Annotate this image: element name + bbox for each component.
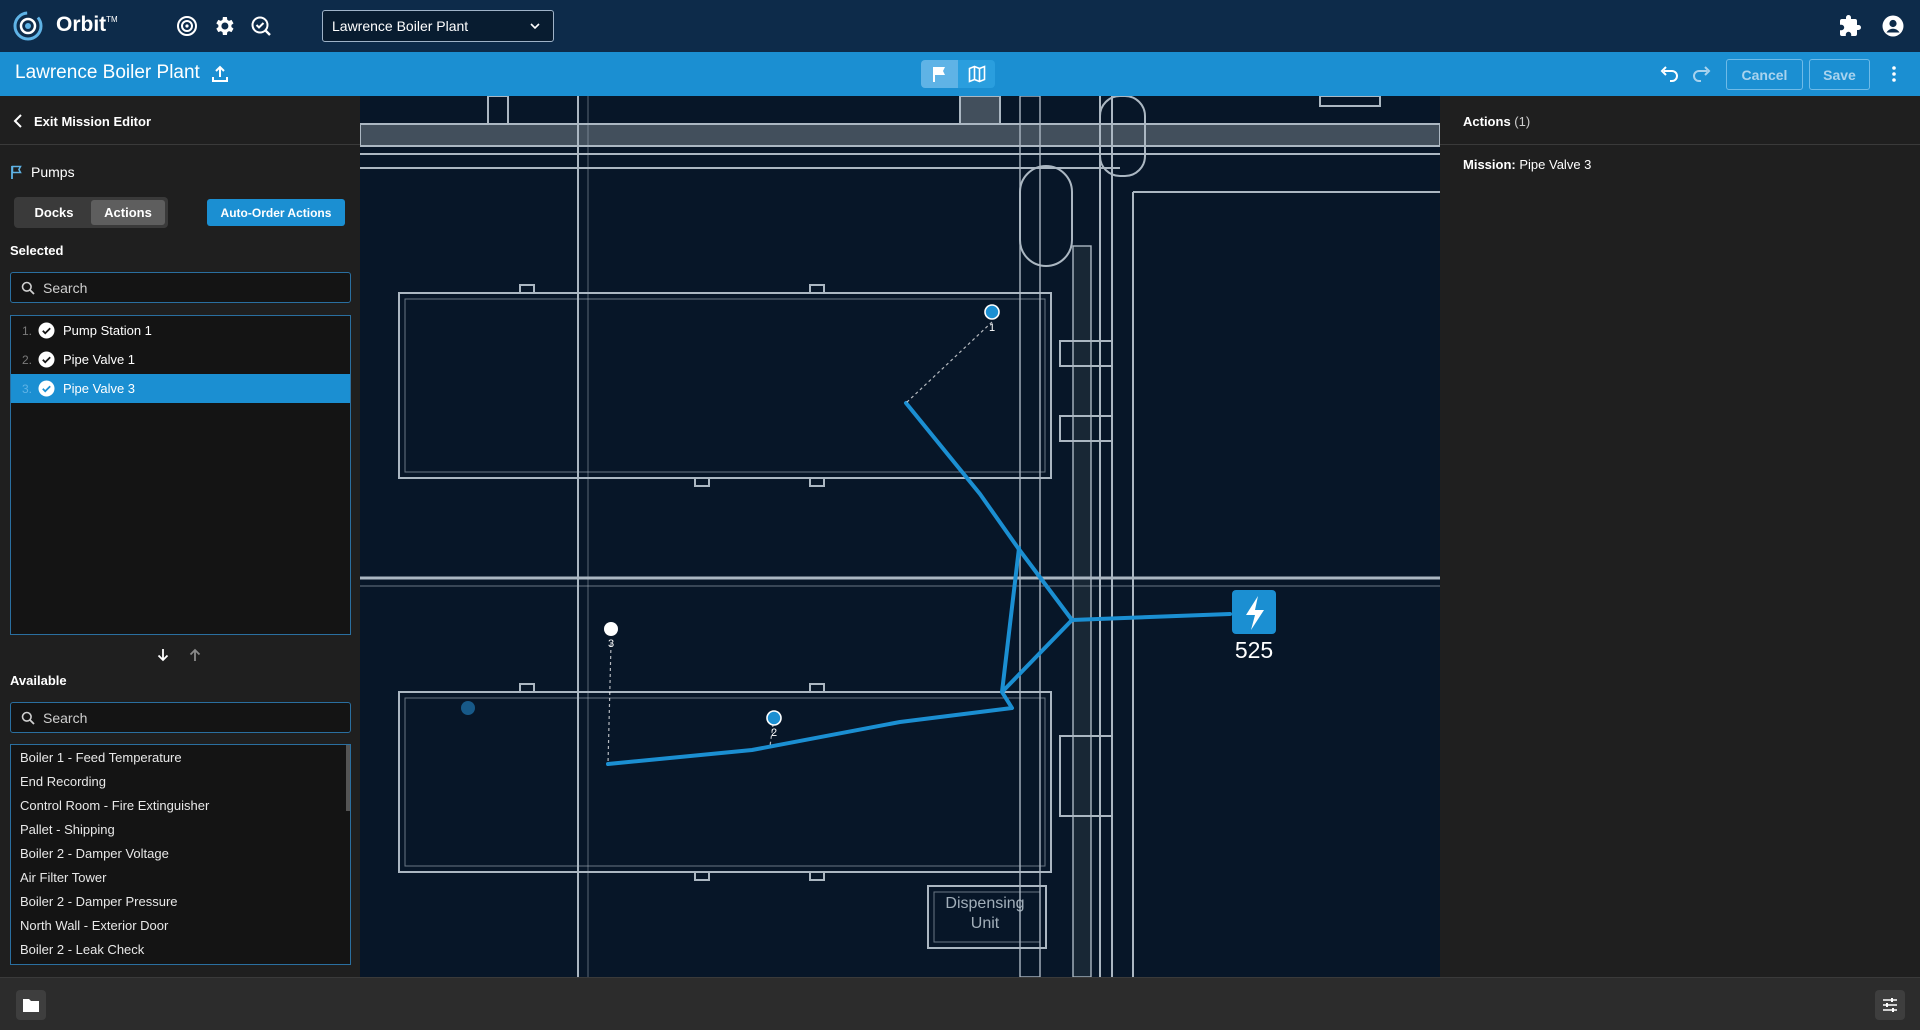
chevron-down-icon: [530, 23, 540, 30]
exit-label: Exit Mission Editor: [34, 114, 152, 129]
map-canvas[interactable]: Dispensing Unit 1 2 3 525: [360, 96, 1440, 977]
list-item[interactable]: 2. Pipe Valve 1: [11, 345, 350, 374]
list-item[interactable]: Air Filter Tower: [11, 865, 350, 889]
auto-order-actions-button[interactable]: Auto-Order Actions: [207, 199, 345, 226]
orbit-logo-icon[interactable]: [12, 10, 44, 42]
upload-icon[interactable]: [210, 64, 230, 84]
site-selector-value: Lawrence Boiler Plant: [332, 18, 469, 34]
list-item[interactable]: Pallet - Shipping: [11, 817, 350, 841]
mission-key: Mission:: [1463, 157, 1516, 172]
map-view-button[interactable]: [958, 60, 995, 88]
selected-heading: Selected: [10, 243, 64, 258]
folder-button[interactable]: [16, 990, 46, 1020]
list-item[interactable]: 1. Pump Station 1: [11, 316, 350, 345]
top-bar: OrbitTM Lawrence Boiler Plant: [0, 0, 1920, 52]
list-item[interactable]: North Wall - Exterior Door: [11, 913, 350, 937]
target-icon[interactable]: [175, 14, 199, 38]
item-label: Pipe Valve 3: [63, 381, 136, 396]
map-icon: [968, 65, 985, 83]
tab-actions[interactable]: Actions: [91, 200, 165, 225]
list-item[interactable]: Boiler 2 - Leak Check: [11, 937, 350, 961]
arrow-down-icon[interactable]: [155, 647, 171, 663]
mission-route: [606, 401, 1232, 766]
list-item-active[interactable]: 3. Pipe Valve 3: [11, 374, 350, 403]
dock-label: 525: [1235, 637, 1273, 663]
item-label: Pump Station 1: [63, 323, 152, 338]
check-circle-icon: [38, 351, 55, 368]
search-placeholder: Search: [43, 709, 88, 726]
waypoint-2[interactable]: 2: [766, 710, 782, 739]
waypoint-label: 1: [989, 322, 995, 334]
mission-header: Lawrence Boiler Plant Cancel Save: [0, 52, 1920, 96]
actions-panel: Actions (1) Mission: Pipe Valve 3: [1440, 96, 1920, 977]
item-label: Pipe Valve 1: [63, 352, 136, 367]
check-circle-icon: [38, 322, 55, 339]
flag-icon: [11, 165, 22, 179]
waypoint-3[interactable]: 3: [604, 622, 618, 650]
list-item[interactable]: Control Room - Fire Extinguisher: [11, 793, 350, 817]
mission-value: Pipe Valve 3: [1519, 157, 1592, 172]
filter-settings-button[interactable]: [1875, 990, 1905, 1020]
waypoint-label: 3: [608, 638, 614, 650]
tab-docks[interactable]: Docks: [17, 200, 91, 225]
search-placeholder: Search: [43, 279, 88, 296]
list-item[interactable]: Boiler 2 - Damper Pressure: [11, 889, 350, 913]
available-actions-list: Boiler 1 - Feed Temperature End Recordin…: [10, 744, 351, 965]
inactive-marker[interactable]: [461, 701, 475, 715]
actions-header: Actions (1): [1440, 96, 1920, 145]
flag-icon: [932, 67, 945, 82]
actions-title: Actions (1): [1463, 114, 1530, 129]
item-number: 2.: [21, 352, 32, 367]
search-icon: [21, 281, 35, 295]
mission-editor-panel: Exit Mission Editor Pumps Docks Actions …: [0, 96, 360, 977]
waypoint-label: 2: [771, 727, 777, 739]
scrollbar[interactable]: [346, 745, 350, 811]
item-number: 1.: [21, 323, 32, 338]
blueprint-map[interactable]: Dispensing Unit 1 2 3 525: [360, 96, 1440, 977]
waypoint-1[interactable]: 1: [984, 304, 1000, 334]
available-search-input[interactable]: Search: [10, 702, 351, 733]
view-mode-toggle: [921, 60, 995, 88]
search-icon: [21, 711, 35, 725]
gear-icon[interactable]: [212, 14, 236, 38]
actions-count: (1): [1514, 114, 1531, 129]
puzzle-icon[interactable]: [1838, 14, 1862, 38]
available-heading: Available: [10, 673, 67, 688]
undo-icon[interactable]: [1659, 65, 1679, 83]
cancel-button[interactable]: Cancel: [1726, 59, 1803, 90]
dock-marker[interactable]: 525: [1232, 590, 1276, 663]
mission-view-button[interactable]: [921, 60, 958, 88]
selected-actions-list: 1. Pump Station 1 2. Pipe Valve 1 3. Pip…: [10, 315, 351, 635]
exit-mission-editor[interactable]: Exit Mission Editor: [0, 96, 360, 145]
tune-icon: [1883, 998, 1897, 1012]
actions-title-text: Actions: [1463, 114, 1511, 129]
redo-icon[interactable]: [1692, 65, 1712, 83]
bottom-toolbar: [0, 977, 1920, 1030]
blueprint-label: Unit: [971, 915, 1000, 932]
search-check-icon[interactable]: [249, 14, 273, 38]
list-item[interactable]: End Recording: [11, 769, 350, 793]
item-number: 3.: [21, 381, 32, 396]
check-circle-icon: [38, 380, 55, 397]
more-vertical-icon[interactable]: [1886, 64, 1902, 84]
mission-info: Mission: Pipe Valve 3: [1463, 157, 1591, 172]
blueprint-lines: [360, 96, 1440, 977]
mission-group: Pumps: [10, 164, 75, 180]
group-label: Pumps: [31, 164, 75, 180]
blueprint-label: Dispensing: [945, 895, 1024, 912]
account-icon[interactable]: [1881, 14, 1905, 38]
folder-icon: [23, 999, 39, 1012]
brand-name: OrbitTM: [56, 13, 118, 36]
tab-bar: Docks Actions: [14, 197, 168, 228]
chevron-left-icon: [13, 114, 22, 128]
site-selector[interactable]: Lawrence Boiler Plant: [322, 10, 554, 42]
list-item[interactable]: Boiler 1 - Feed Temperature: [11, 745, 350, 769]
selected-search-input[interactable]: Search: [10, 272, 351, 303]
list-item[interactable]: Boiler 2 - Damper Voltage: [11, 841, 350, 865]
page-title: Lawrence Boiler Plant: [15, 62, 200, 83]
arrow-up-icon[interactable]: [187, 647, 203, 663]
save-button[interactable]: Save: [1809, 59, 1870, 90]
